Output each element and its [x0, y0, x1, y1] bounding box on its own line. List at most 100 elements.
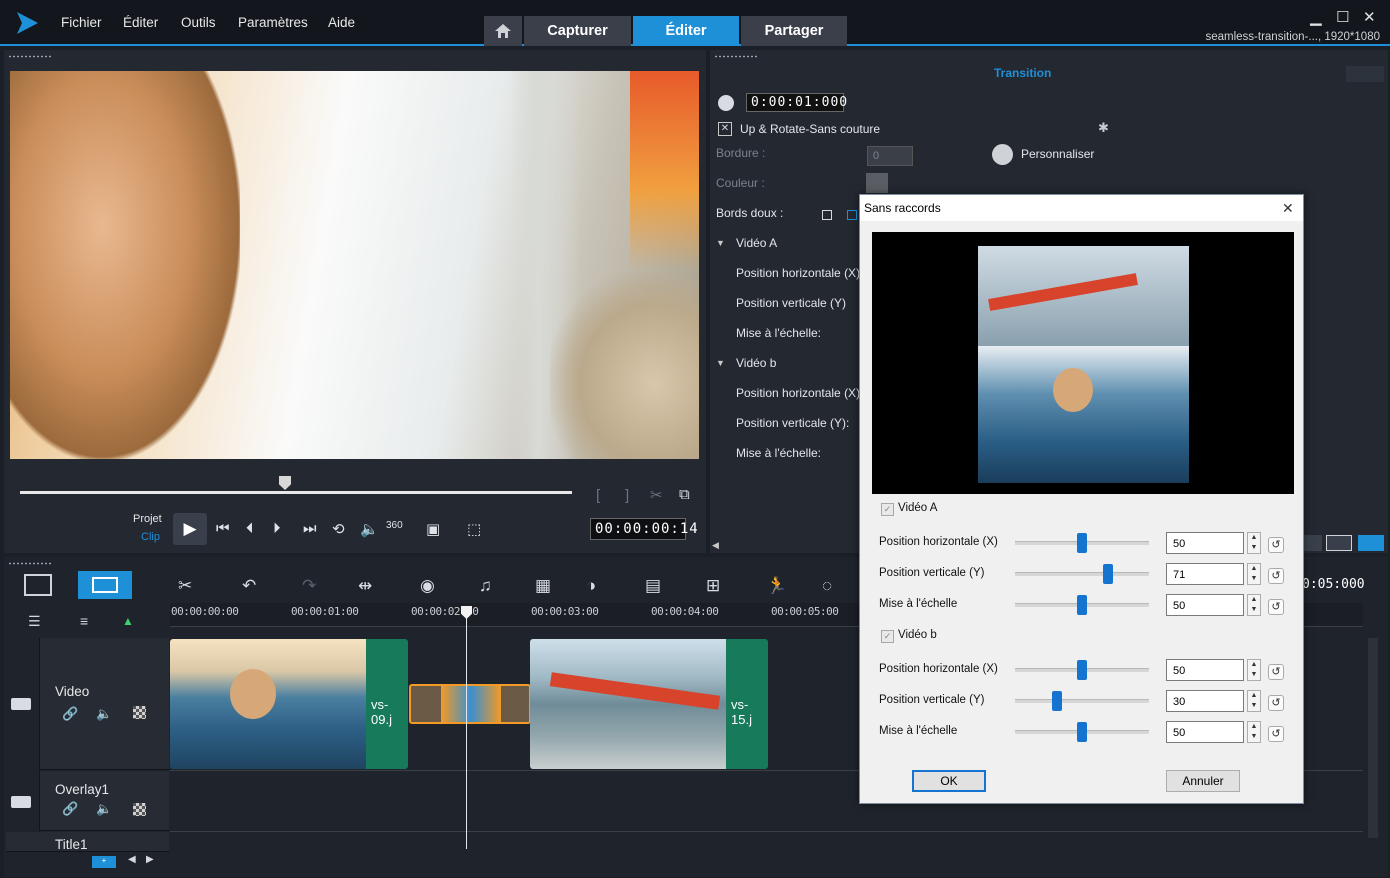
timeline-grip[interactable]	[8, 562, 52, 565]
a-scale-reset-icon[interactable]: ↺	[1268, 599, 1284, 615]
view-option-1[interactable]	[1302, 535, 1322, 551]
undo-icon[interactable]: ↶	[242, 576, 256, 596]
transparency-icon[interactable]	[133, 706, 146, 719]
a-pos-h-thumb[interactable]	[1077, 533, 1087, 553]
fit-icon[interactable]: ⇹	[358, 576, 372, 596]
clip-mode[interactable]: Clip	[141, 531, 160, 543]
motion-icon[interactable]: 🏃	[766, 576, 787, 596]
video-clip-2[interactable]: vs-15.j	[530, 639, 768, 769]
bords-doux-option-2[interactable]	[847, 210, 857, 220]
track-manager-icon[interactable]: ☰	[28, 613, 41, 630]
enlarge-icon[interactable]: ⧉	[679, 486, 690, 503]
video-b-checkbox[interactable]: ✓	[881, 630, 894, 643]
menu-editer[interactable]: Éditer	[123, 15, 158, 30]
a-pos-h-slider[interactable]	[1015, 533, 1149, 553]
options-scroll-left[interactable]: ◀	[712, 540, 719, 551]
crop-icon[interactable]: ⬚	[467, 520, 481, 538]
projet-mode[interactable]: Projet	[133, 513, 162, 525]
couleur-swatch[interactable]	[866, 173, 888, 193]
close-window-icon[interactable]: ✕	[1363, 8, 1376, 26]
mask-icon[interactable]: ◌	[822, 576, 832, 596]
effect-toggle-icon[interactable]: ✕	[718, 122, 732, 136]
duration-field[interactable]: 0:00:01:000	[746, 93, 847, 112]
tab-partager[interactable]: Partager	[741, 16, 847, 46]
next-frame-icon[interactable]: ⏵	[273, 520, 281, 537]
b-pos-h-reset-icon[interactable]: ↺	[1268, 664, 1284, 680]
repeat-icon[interactable]: ⟲	[332, 520, 345, 538]
overlay-link-icon[interactable]: 🔗	[62, 801, 78, 817]
multicam-icon[interactable]: ▦	[535, 576, 551, 596]
add-track-icon[interactable]: ≡	[80, 613, 88, 629]
mark-out-button[interactable]: ]	[625, 487, 629, 504]
a-pos-v-spin[interactable]: ▲ ▼	[1247, 563, 1261, 585]
b-pos-h-spin[interactable]: ▲ ▼	[1247, 659, 1261, 681]
b-pos-h-slider[interactable]	[1015, 660, 1149, 680]
go-start-icon[interactable]: ⏮	[216, 520, 230, 537]
b-pos-v-thumb[interactable]	[1052, 691, 1062, 711]
scissors-icon[interactable]: ✂	[650, 486, 663, 504]
record-icon[interactable]: ◉	[420, 576, 435, 596]
options-grip[interactable]	[714, 55, 758, 58]
b-pos-h-input[interactable]: 50	[1166, 659, 1244, 681]
tab-editer[interactable]: Éditer	[633, 16, 739, 46]
track-volume-icon[interactable]: 🔈	[96, 706, 112, 722]
b-pos-h-thumb[interactable]	[1077, 660, 1087, 680]
playhead-line[interactable]	[466, 606, 467, 849]
transition-clip[interactable]	[409, 684, 531, 724]
options-collapse[interactable]	[1346, 66, 1384, 82]
menu-fichier[interactable]: Fichier	[61, 15, 102, 30]
b-pos-v-slider[interactable]	[1015, 691, 1149, 711]
b-scale-input[interactable]: 50	[1166, 721, 1244, 743]
a-scale-spin[interactable]: ▲ ▼	[1247, 594, 1261, 616]
volume-icon[interactable]: 🔈	[360, 520, 379, 538]
overlay-transparency-icon[interactable]	[133, 803, 146, 816]
b-pos-v-spin[interactable]: ▲ ▼	[1247, 690, 1261, 712]
aspect-icon[interactable]: ▣	[426, 520, 440, 538]
bordure-field[interactable]: 0	[867, 146, 913, 166]
storyboard-view-icon[interactable]	[24, 574, 52, 596]
video-a-checkbox[interactable]: ✓	[881, 503, 894, 516]
go-end-icon[interactable]: ⏭	[303, 520, 317, 537]
b-pos-v-input[interactable]: 30	[1166, 690, 1244, 712]
view-option-3[interactable]	[1358, 535, 1384, 551]
b-pos-v-reset-icon[interactable]: ↺	[1268, 695, 1284, 711]
overlay-volume-icon[interactable]: 🔈	[96, 801, 112, 817]
timeline-scrollbar[interactable]	[1368, 638, 1378, 838]
a-pos-v-reset-icon[interactable]: ↺	[1268, 568, 1284, 584]
a-pos-v-slider[interactable]	[1015, 564, 1149, 584]
a-pos-v-thumb[interactable]	[1103, 564, 1113, 584]
bords-doux-option-1[interactable]	[822, 210, 832, 220]
cancel-button[interactable]: Annuler	[1166, 770, 1240, 792]
timecode[interactable]: 00:00:00:14	[590, 518, 698, 540]
play-icon[interactable]: ▶	[173, 513, 207, 545]
panel-grip[interactable]	[8, 55, 52, 58]
scrub-bar[interactable]	[20, 491, 572, 494]
maximize-icon[interactable]: ☐	[1336, 8, 1349, 26]
view-option-2[interactable]	[1326, 535, 1352, 551]
split-screen-icon[interactable]: ⊞	[706, 576, 720, 596]
collapse-video-a-icon[interactable]: ▼	[716, 238, 725, 248]
blend-icon[interactable]: ◑	[586, 576, 596, 596]
a-scale-input[interactable]: 50	[1166, 594, 1244, 616]
collapse-video-b-icon[interactable]: ▼	[716, 358, 725, 368]
add-title-track-button[interactable]: +	[92, 856, 116, 868]
menu-outils[interactable]: Outils	[181, 15, 216, 30]
mark-in-button[interactable]: [	[596, 487, 600, 504]
ok-button[interactable]: OK	[912, 770, 986, 792]
chapter-icon[interactable]: ▲	[122, 614, 134, 628]
b-scale-thumb[interactable]	[1077, 722, 1087, 742]
title-editor-icon[interactable]: ▤	[645, 576, 661, 596]
personnaliser-button[interactable]: Personnaliser	[1021, 147, 1094, 161]
b-scale-reset-icon[interactable]: ↺	[1268, 726, 1284, 742]
favorite-icon[interactable]: ✱	[1098, 120, 1109, 136]
audio-icon[interactable]: ♫	[479, 576, 492, 596]
a-pos-h-input[interactable]: 50	[1166, 532, 1244, 554]
b-scale-spin[interactable]: ▲ ▼	[1247, 721, 1261, 743]
b-scale-slider[interactable]	[1015, 722, 1149, 742]
close-icon[interactable]: ✕	[1282, 200, 1294, 217]
tab-capturer[interactable]: Capturer	[524, 16, 631, 46]
prev-frame-icon[interactable]: ⏴	[246, 520, 254, 537]
gear-icon[interactable]	[992, 144, 1013, 165]
360-icon[interactable]: 360	[386, 520, 403, 531]
scroll-right-icon[interactable]: ▶	[146, 854, 154, 865]
